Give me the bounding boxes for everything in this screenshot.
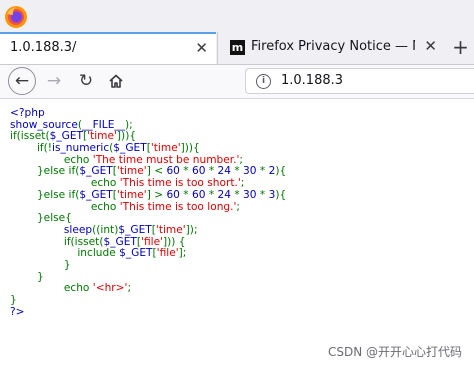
code-token: $_GET <box>113 142 147 155</box>
code-token: 'time' <box>116 188 147 201</box>
code-token: * <box>234 165 244 178</box>
arrow-left-icon: ← <box>14 71 30 91</box>
code-token: * <box>183 188 192 201</box>
tab-privacy-notice[interactable]: m Firefox Privacy Notice — Mo ✕ <box>217 32 447 64</box>
address-bar[interactable]: i 1.0.188.3 <box>245 68 474 94</box>
code-token: 'file' <box>156 247 179 260</box>
code-line: ?> <box>10 305 286 319</box>
arrow-right-icon: → <box>46 71 62 91</box>
forward-button[interactable]: → <box>40 67 68 95</box>
code-token: ; <box>236 200 240 213</box>
code-token: 'file' <box>141 235 164 248</box>
home-button[interactable] <box>102 67 130 95</box>
code-token: ); <box>125 118 133 131</box>
code-token: echo <box>10 282 93 295</box>
code-token: 'This time is too short.' <box>119 177 241 190</box>
info-icon[interactable]: i <box>256 74 271 89</box>
code-token: 30 <box>243 165 260 178</box>
csdn-watermark: CSDN @开开心心打代码 <box>327 345 462 359</box>
code-token: is_numeric <box>52 142 110 155</box>
code-token: 24 <box>217 165 235 178</box>
code-token: 'time' <box>116 165 147 178</box>
navigation-toolbar: ← → ↻ i 1.0.188.3 <box>0 65 474 99</box>
code-token: __FILE__ <box>82 118 126 131</box>
code-token: ])){ <box>116 130 137 143</box>
code-token: if(! <box>10 142 52 155</box>
tab-title: 1.0.188.3/ <box>10 40 77 55</box>
code-token: * <box>183 165 192 178</box>
code-token: } <box>10 294 17 306</box>
code-line: echo '<hr>'; <box>10 282 286 295</box>
code-token: * <box>234 188 244 201</box>
code-token: echo <box>10 153 93 166</box>
code-token: $_GET <box>49 130 84 143</box>
code-token: 'time' <box>150 142 181 155</box>
home-icon <box>109 74 123 88</box>
code-token: '<hr>' <box>92 282 128 295</box>
code-token: 60 <box>166 165 184 178</box>
code-token: 60 <box>166 188 184 201</box>
code-token: * <box>259 188 269 201</box>
code-token: 'time' <box>155 223 186 236</box>
tab-bar: 1.0.188.3/ ✕ m Firefox Privacy Notice — … <box>0 0 474 65</box>
code-token: ((int) <box>92 223 119 236</box>
code-token: ])) { <box>163 235 186 248</box>
code-token: ]); <box>185 223 198 236</box>
code-token: 60 <box>191 165 209 178</box>
code-token: * <box>208 165 218 178</box>
code-token: if(isset( <box>10 235 104 248</box>
code-token: 'The time must be number.' <box>92 153 240 166</box>
code-token: if(isset( <box>10 130 50 143</box>
code-token: show_source <box>10 118 78 131</box>
code-token: echo <box>10 200 120 213</box>
tab-title: Firefox Privacy Notice — Mo <box>251 39 415 54</box>
code-token: ){ <box>275 165 287 178</box>
close-tab-icon[interactable]: ✕ <box>195 39 208 57</box>
php-source-code: <?php show_source(__FILE__); if(isset($_GE… <box>10 107 287 319</box>
new-tab-button[interactable]: + <box>447 32 474 64</box>
code-token: }else{ <box>10 212 72 225</box>
code-token: 30 <box>243 188 260 201</box>
code-token: ] < <box>146 165 167 178</box>
code-token: ?> <box>10 305 25 318</box>
code-token: $_GET <box>103 235 137 248</box>
code-token: 'time' <box>87 130 117 143</box>
code-token: $_GET <box>118 223 152 236</box>
code-token: } <box>10 270 44 283</box>
reload-icon: ↻ <box>78 71 94 91</box>
code-token: 60 <box>191 188 209 201</box>
code-token: ; <box>240 177 245 190</box>
code-token: ){ <box>275 188 287 201</box>
code-token: ; <box>239 153 243 166</box>
code-token: ]; <box>178 247 187 260</box>
code-token: $_GET <box>79 165 113 178</box>
code-token: ])){ <box>180 142 200 155</box>
code-token: echo <box>10 177 120 190</box>
code-token: 24 <box>217 188 235 201</box>
code-line: } <box>10 258 286 272</box>
code-token: include <box>10 247 120 260</box>
close-tab-icon[interactable]: ✕ <box>424 37 437 55</box>
mozilla-favicon-icon: m <box>230 40 245 55</box>
code-token: 'This time is too long.' <box>119 200 237 213</box>
code-token: ] > <box>146 188 167 201</box>
code-line: } <box>10 294 286 307</box>
url-text: 1.0.188.3 <box>281 73 344 88</box>
code-token: }else if( <box>10 188 80 201</box>
code-token: ; <box>127 282 132 295</box>
code-token: * <box>259 165 269 178</box>
code-token: $_GET <box>119 247 153 260</box>
code-token: * <box>208 188 218 201</box>
back-button[interactable]: ← <box>8 67 36 95</box>
code-token: }else if( <box>10 165 80 178</box>
tab-active[interactable]: 1.0.188.3/ ✕ <box>0 32 216 64</box>
code-token: <?php <box>10 107 45 119</box>
code-token: sleep <box>63 223 93 236</box>
firefox-logo-icon <box>5 6 27 28</box>
code-token: $_GET <box>79 188 113 201</box>
code-token: } <box>10 258 71 271</box>
reload-button[interactable]: ↻ <box>72 67 100 95</box>
